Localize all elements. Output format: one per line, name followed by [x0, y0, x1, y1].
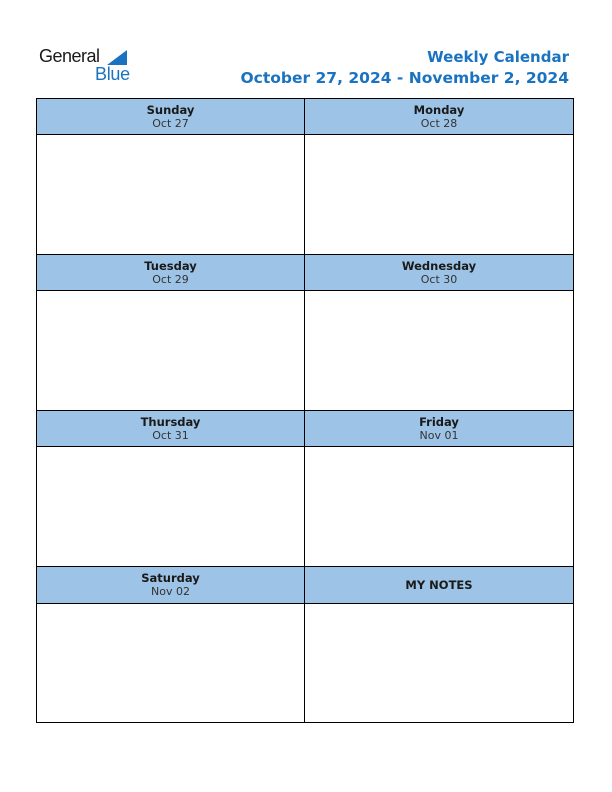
notes-body[interactable]: [305, 604, 573, 722]
day-body-wednesday[interactable]: [305, 291, 573, 411]
day-body-sunday[interactable]: [37, 135, 304, 255]
day-header-saturday: Saturday Nov 02: [37, 567, 304, 604]
day-header-sunday: Sunday Oct 27: [37, 99, 304, 135]
page-header: Weekly Calendar October 27, 2024 - Novem…: [240, 47, 569, 88]
day-header-thursday: Thursday Oct 31: [37, 411, 304, 447]
day-name: Wednesday: [401, 259, 477, 273]
day-body-thursday[interactable]: [37, 447, 304, 567]
day-name: Saturday: [141, 571, 200, 585]
day-header-friday: Friday Nov 01: [305, 411, 573, 447]
day-name: Friday: [419, 415, 459, 429]
day-header-wednesday: Wednesday Oct 30: [305, 255, 573, 291]
logo-word-blue: Blue: [95, 64, 130, 84]
notes-label: MY NOTES: [405, 578, 473, 592]
day-date: Oct 27: [152, 117, 189, 130]
logo-word-general: General: [39, 46, 100, 66]
day-header-monday: Monday Oct 28: [305, 99, 573, 135]
page-title: Weekly Calendar: [427, 48, 569, 66]
notes-header: MY NOTES: [305, 567, 573, 604]
day-date: Oct 31: [152, 429, 189, 442]
day-date: Oct 28: [420, 117, 458, 130]
day-name: Monday: [413, 103, 465, 117]
day-name: Sunday: [146, 103, 195, 117]
calendar-grid: Sunday Oct 27 Monday Oct 28 Tuesday Oct …: [36, 98, 574, 723]
day-date: Nov 01: [419, 429, 459, 442]
date-range: October 27, 2024 - November 2, 2024: [240, 69, 569, 87]
logo: General Blue: [39, 46, 139, 86]
day-date: Nov 02: [151, 585, 190, 598]
day-name: Thursday: [140, 415, 201, 429]
day-header-tuesday: Tuesday Oct 29: [37, 255, 304, 291]
day-body-saturday[interactable]: [37, 604, 304, 722]
day-name: Tuesday: [144, 259, 197, 273]
day-body-tuesday[interactable]: [37, 291, 304, 411]
day-body-friday[interactable]: [305, 447, 573, 567]
day-date: Oct 29: [152, 273, 189, 286]
day-body-monday[interactable]: [305, 135, 573, 255]
day-date: Oct 30: [420, 273, 458, 286]
column-divider: [304, 99, 305, 722]
logo-triangle-icon: [107, 50, 127, 65]
